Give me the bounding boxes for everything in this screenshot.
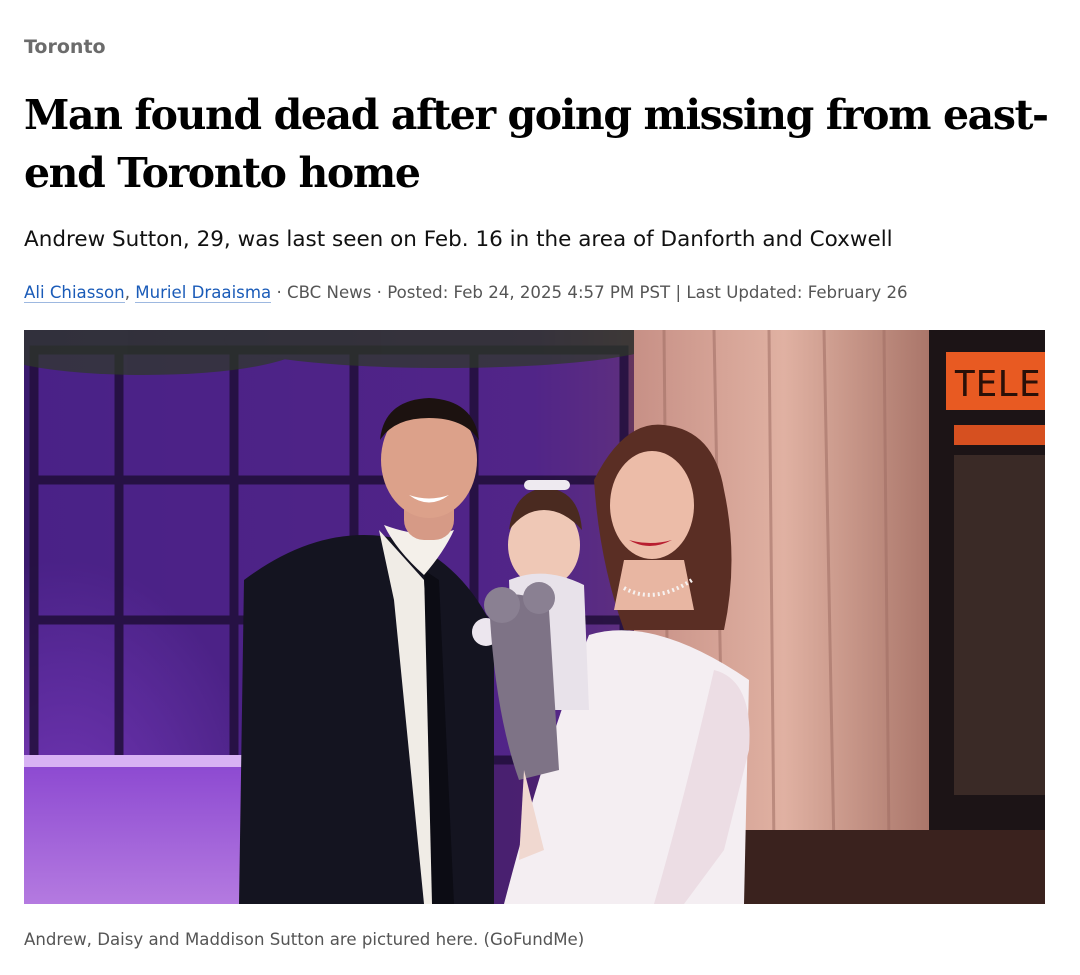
section-link-toronto[interactable]: Toronto — [24, 36, 106, 58]
author-comma: , — [124, 283, 130, 302]
author-link-muriel-draaisma[interactable]: Muriel Draaisma — [135, 283, 272, 303]
byline-updated: Last Updated: February 26 — [686, 283, 908, 302]
byline: Ali Chiasson, Muriel Draaisma · CBC News… — [24, 281, 1054, 305]
photo-caption: Andrew, Daisy and Maddison Sutton are pi… — [24, 930, 585, 949]
byline-outlet: CBC News — [287, 283, 372, 302]
family-photo-illustration: TELE — [24, 330, 1045, 904]
byline-posted: Posted: Feb 24, 2025 4:57 PM PST — [387, 283, 671, 302]
byline-pipe: | — [675, 283, 682, 302]
byline-dot: · — [276, 283, 282, 302]
author-link-ali-chiasson[interactable]: Ali Chiasson — [24, 283, 125, 303]
article-photo[interactable]: TELE — [24, 330, 1045, 904]
byline-dot: · — [376, 283, 382, 302]
article-headline: Man found dead after going missing from … — [24, 91, 1049, 197]
telephone-sign-text: TELE — [954, 364, 1041, 405]
article-deck: Andrew Sutton, 29, was last seen on Feb.… — [24, 227, 893, 252]
